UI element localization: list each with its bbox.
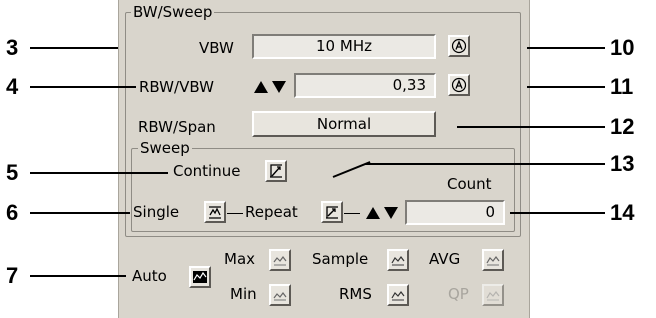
auto-detector-button[interactable] [189,266,211,288]
callout-6-line [30,212,130,214]
callout-10: 10 [610,35,635,60]
rbw-vbw-spinner[interactable] [252,75,292,99]
rbw-vbw-label: RBW/VBW [139,78,214,96]
qp-detector-button [482,284,504,306]
continuous-sweep-icon [270,164,282,178]
callout-11-line [527,86,605,88]
max-label: Max [224,250,256,268]
single-sweep-button[interactable] [204,201,226,223]
callout-5-line [30,172,168,174]
single-label: Single [133,203,180,221]
callout-6: 6 [6,200,19,225]
max-detector-icon [273,256,287,266]
max-detector-button[interactable] [269,249,291,271]
rbw-vbw-field[interactable]: 0,33 [294,73,436,98]
rms-detector-button[interactable] [387,284,409,306]
callout-12-line [457,126,605,128]
qp-label: QP [448,285,469,303]
callout-7: 7 [6,263,19,288]
bw-sweep-group-title: BW/Sweep [131,3,215,21]
callout-7-line [30,275,126,277]
callout-5: 5 [6,160,19,185]
single-sweep-icon [209,206,221,219]
vbw-label: VBW [199,39,234,57]
auto-a-icon [451,38,467,54]
auto-a-icon [451,77,467,93]
auto-label: Auto [132,267,167,285]
single-repeat-connector [227,213,243,214]
sample-detector-button[interactable] [387,249,409,271]
count-label: Count [447,175,492,193]
up-down-arrow-icon [254,81,286,93]
callout-12: 12 [610,114,635,139]
sample-detector-icon [391,256,405,266]
min-detector-icon [273,292,287,301]
count-spinner[interactable] [364,201,404,225]
up-down-arrow-icon [366,207,398,219]
repeat-label: Repeat [245,203,298,221]
callout-13: 13 [610,151,635,176]
rbw-span-button[interactable]: Normal [252,111,436,137]
rms-label: RMS [339,285,372,303]
rms-detector-icon [391,291,405,301]
continue-label: Continue [173,162,241,180]
avg-label: AVG [429,250,461,268]
callout-3: 3 [6,35,19,60]
vbw-auto-button[interactable] [448,35,470,57]
auto-detector-icon [193,271,207,283]
callout-10-line [527,47,605,49]
callout-14: 14 [610,200,635,225]
avg-detector-icon [486,256,500,266]
callout-4-line [30,86,136,88]
callout-14-line [510,212,605,214]
qp-detector-icon [486,291,500,301]
min-detector-button[interactable] [269,284,291,306]
vbw-field[interactable]: 10 MHz [252,34,436,59]
rbw-vbw-auto-button[interactable] [448,74,470,96]
count-field[interactable]: 0 [405,200,505,225]
repeat-sweep-icon [326,206,338,219]
sample-label: Sample [312,250,369,268]
callout-4: 4 [6,74,19,99]
sweep-group-title: Sweep [138,139,192,157]
rbw-span-label: RBW/Span [138,118,216,136]
callout-13-line [365,163,605,165]
callout-3-line [30,47,118,49]
repeat-sweep-button[interactable] [321,201,343,223]
bw-sweep-panel: BW/Sweep VBW 10 MHz RBW/VBW 0,33 RBW/Spa… [118,0,530,318]
avg-detector-button[interactable] [482,249,504,271]
repeat-count-connector [344,213,360,214]
min-label: Min [230,285,257,303]
continue-button[interactable] [265,160,287,182]
callout-11: 11 [610,74,634,99]
